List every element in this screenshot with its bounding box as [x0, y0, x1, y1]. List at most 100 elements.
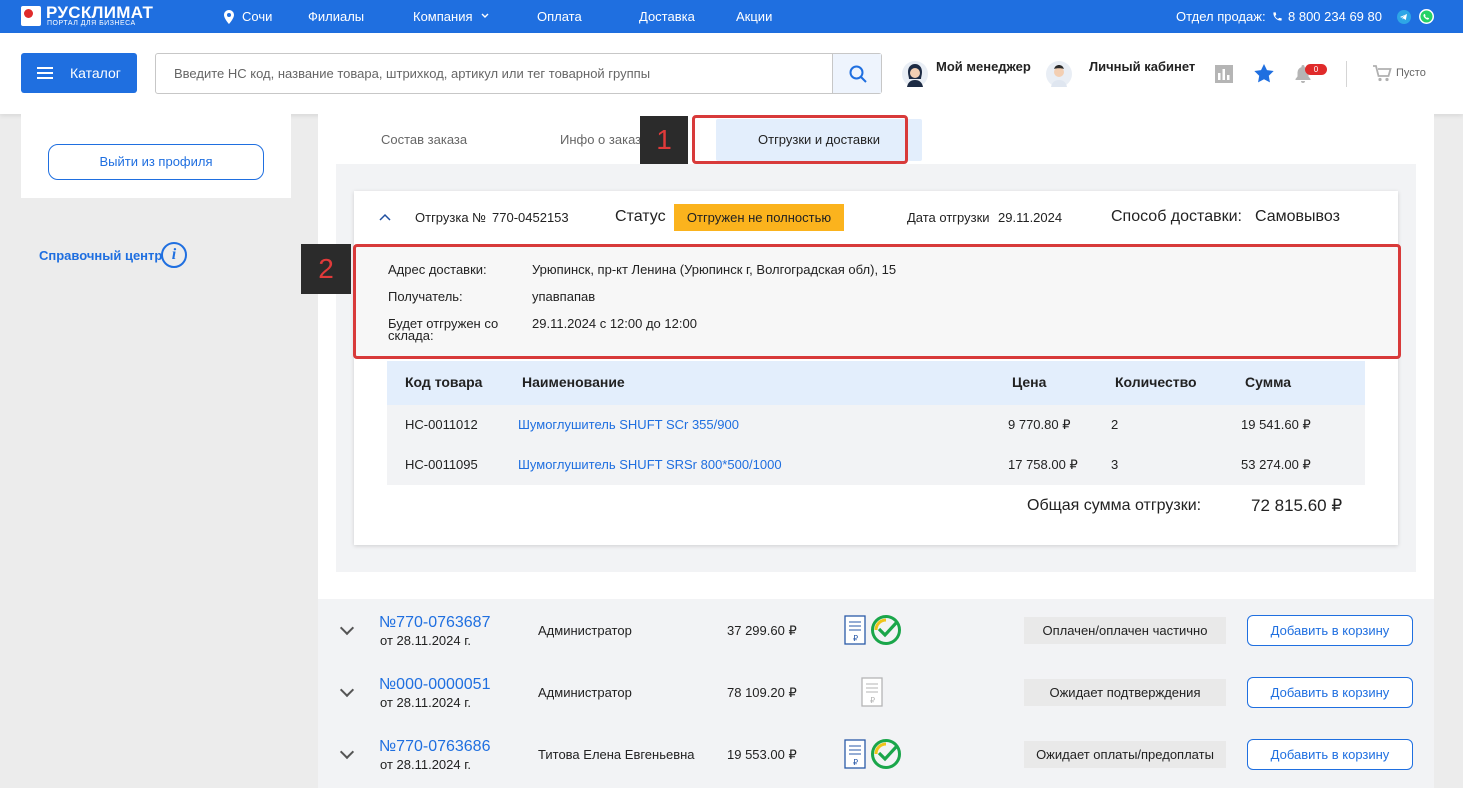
col-sum: Сумма	[1245, 374, 1292, 390]
step-marker-2: 2	[301, 244, 351, 294]
highlight-address-box	[353, 244, 1401, 359]
shipment-number: 770-0452153	[492, 210, 569, 225]
nav-company[interactable]: Компания	[413, 9, 473, 24]
logo-subtitle: ПОРТАЛ ДЛЯ БИЗНЕСА	[47, 20, 136, 27]
status-badge: Ожидает оплаты/предоплаты	[1024, 741, 1226, 768]
invoice-icon[interactable]: ₽	[844, 739, 866, 769]
svg-text:₽: ₽	[853, 634, 858, 643]
order-author: Титова Елена Евгеньевна	[538, 747, 695, 762]
order-sum: 78 109.20 ₽	[727, 685, 797, 700]
cart-icon[interactable]	[1373, 65, 1392, 82]
step-marker-1: 1	[640, 116, 688, 164]
paid-check-icon	[871, 615, 901, 645]
telegram-icon[interactable]	[1397, 10, 1411, 24]
list-item[interactable]: №770-0763686 от 28.11.2024 г. Титова Еле…	[318, 723, 1434, 785]
header: Каталог Мой менеджер Личный кабинет 0 Пу…	[0, 33, 1463, 114]
favorites-star-icon[interactable]	[1254, 64, 1274, 83]
nav-delivery[interactable]: Доставка	[639, 9, 695, 24]
items-table-body: НС-0011012 Шумоглушитель SHUFT SCr 355/9…	[387, 405, 1365, 485]
svg-text:₽: ₽	[853, 758, 858, 767]
table-row-sum: 53 274.00 ₽	[1241, 457, 1311, 472]
add-to-cart-button[interactable]: Добавить в корзину	[1247, 739, 1413, 770]
manager-avatar-icon[interactable]	[902, 60, 928, 88]
table-row-product-link[interactable]: Шумоглушитель SHUFT SRSr 800*500/1000	[518, 457, 782, 472]
phone-icon	[1273, 12, 1282, 21]
manager-link[interactable]: Мой менеджер	[936, 59, 1031, 74]
list-item[interactable]: №000-0000051 от 28.11.2024 г. Администра…	[318, 661, 1434, 723]
order-sum: 37 299.60 ₽	[727, 623, 797, 638]
table-row-code: НС-0011095	[405, 457, 478, 472]
tab-order-info[interactable]: Инфо о заказе	[560, 132, 648, 147]
table-row-qty: 2	[1111, 417, 1119, 432]
order-number[interactable]: №000-0000051	[379, 676, 490, 694]
invoice-icon[interactable]: ₽	[844, 615, 866, 645]
table-row-sum: 19 541.60 ₽	[1241, 417, 1311, 432]
total-value: 72 815.60 ₽	[1251, 496, 1343, 515]
table-row-qty: 3	[1111, 457, 1119, 472]
orders-list: №770-0763687 от 28.11.2024 г. Администра…	[318, 599, 1434, 788]
svg-text:₽: ₽	[870, 696, 875, 705]
col-qty: Количество	[1115, 374, 1197, 390]
top-bar: РУСКЛИМАТ ПОРТАЛ ДЛЯ БИЗНЕСА Сочи Филиал…	[0, 0, 1463, 33]
catalog-button[interactable]: Каталог	[21, 53, 137, 93]
profile-panel: Выйти из профиля	[21, 114, 291, 198]
info-icon[interactable]: i	[161, 242, 187, 268]
total-label: Общая сумма отгрузки:	[1027, 497, 1202, 514]
city-selector[interactable]: Сочи	[242, 9, 272, 24]
header-divider	[1346, 61, 1347, 87]
order-date: от 28.11.2024 г.	[380, 757, 471, 772]
highlight-tab-box	[692, 115, 908, 164]
status-label: Статус	[615, 208, 666, 225]
order-number[interactable]: №770-0763687	[379, 614, 490, 632]
items-table-header: Код товара Наименование Цена Количество …	[387, 361, 1365, 405]
add-to-cart-button[interactable]: Добавить в корзину	[1247, 677, 1413, 708]
cabinet-link[interactable]: Личный кабинет	[1089, 59, 1195, 74]
order-date: от 28.11.2024 г.	[380, 633, 471, 648]
chevron-down-icon[interactable]	[339, 620, 355, 636]
menu-icon	[37, 67, 53, 79]
order-number[interactable]: №770-0763686	[379, 738, 490, 756]
cart-status[interactable]: Пусто	[1396, 67, 1426, 79]
sales-phone[interactable]: 8 800 234 69 80	[1288, 9, 1382, 24]
status-badge: Отгружен не полностью	[674, 204, 844, 231]
user-avatar-icon[interactable]	[1046, 60, 1072, 88]
chevron-down-icon[interactable]	[339, 744, 355, 760]
notification-count-badge: 0	[1305, 64, 1327, 75]
search-bar	[155, 53, 882, 94]
col-name: Наименование	[522, 374, 625, 390]
sales-label: Отдел продаж:	[1176, 9, 1266, 24]
delivery-method: Самовывоз	[1255, 208, 1340, 225]
shipment-date: 29.11.2024	[998, 210, 1063, 225]
col-code: Код товара	[405, 374, 483, 390]
col-price: Цена	[1012, 374, 1047, 390]
table-row-code: НС-0011012	[405, 417, 478, 432]
search-input[interactable]	[156, 54, 833, 93]
table-row-product-link[interactable]: Шумоглушитель SHUFT SCr 355/900	[518, 417, 739, 432]
whatsapp-icon[interactable]	[1419, 9, 1434, 24]
items-table-footer: Общая сумма отгрузки: 72 815.60 ₽	[387, 485, 1365, 527]
search-button[interactable]	[832, 54, 881, 93]
chevron-up-icon[interactable]	[379, 213, 391, 221]
nav-promo[interactable]: Акции	[736, 9, 772, 24]
help-center-link[interactable]: Справочный центр	[39, 248, 162, 263]
statistics-icon[interactable]	[1215, 65, 1233, 83]
catalog-label: Каталог	[70, 65, 121, 81]
chevron-down-icon	[481, 13, 489, 18]
nav-branches[interactable]: Филиалы	[308, 9, 364, 24]
table-row-price: 9 770.80 ₽	[1008, 417, 1071, 432]
logout-button[interactable]: Выйти из профиля	[48, 144, 264, 180]
add-to-cart-button[interactable]: Добавить в корзину	[1247, 615, 1413, 646]
nav-payment[interactable]: Оплата	[537, 9, 582, 24]
status-badge: Оплачен/оплачен частично	[1024, 617, 1226, 644]
invoice-icon[interactable]: ₽	[861, 677, 883, 707]
order-author: Администратор	[538, 685, 632, 700]
list-item[interactable]: №770-0763687 от 28.11.2024 г. Администра…	[318, 599, 1434, 661]
shipment-label: Отгрузка №	[415, 210, 487, 225]
order-sum: 19 553.00 ₽	[727, 747, 797, 762]
logo-icon[interactable]	[21, 6, 41, 26]
paid-check-icon	[871, 739, 901, 769]
tab-order-contents[interactable]: Состав заказа	[381, 132, 467, 147]
order-date: от 28.11.2024 г.	[380, 695, 471, 710]
location-pin-icon	[224, 10, 234, 24]
chevron-down-icon[interactable]	[339, 682, 355, 698]
